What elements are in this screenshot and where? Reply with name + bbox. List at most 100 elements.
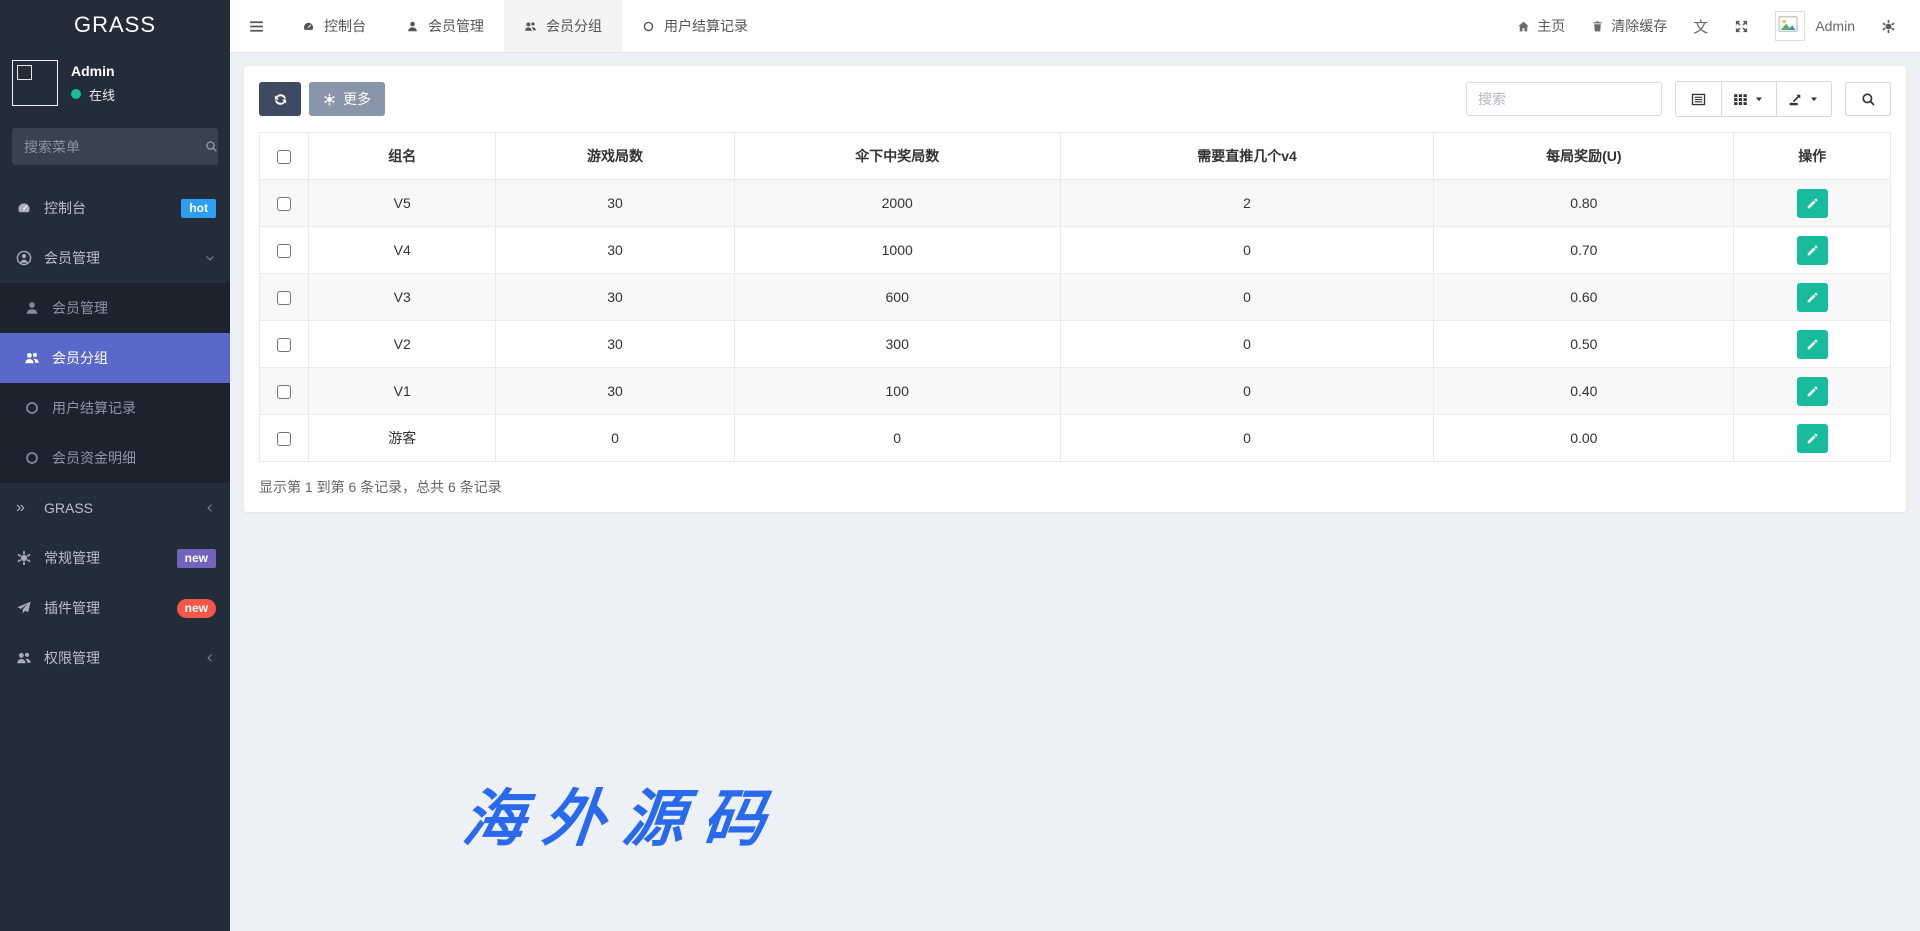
- sidebar-item-label: 会员资金明细: [52, 448, 136, 468]
- toggle-view-button[interactable]: [1676, 82, 1722, 116]
- column-header[interactable]: 需要直推几个v4: [1060, 133, 1433, 180]
- cell-required-v4: 0: [1060, 415, 1433, 462]
- sidebar-item-member-list[interactable]: 会员管理: [0, 283, 230, 333]
- sidebar-item-general-management[interactable]: 常规管理 new: [0, 533, 230, 583]
- circle-icon: [24, 450, 40, 466]
- nav-tabs: 控制台 会员管理 会员分组 用户结算记录: [282, 0, 768, 52]
- row-checkbox[interactable]: [277, 338, 291, 352]
- new-badge: new: [177, 549, 216, 568]
- cell-win-rounds: 300: [734, 321, 1060, 368]
- tab-member-management[interactable]: 会员管理: [386, 0, 504, 52]
- row-checkbox[interactable]: [277, 197, 291, 211]
- cell-group-name: V4: [308, 227, 496, 274]
- cell-reward: 0.80: [1434, 180, 1734, 227]
- row-checkbox[interactable]: [277, 432, 291, 446]
- menu-search-input[interactable]: [24, 139, 205, 155]
- fullscreen-icon[interactable]: [1734, 19, 1749, 34]
- panel-toolbar: 更多: [259, 81, 1891, 117]
- select-all-checkbox[interactable]: [277, 150, 291, 164]
- cell-game-rounds: 30: [496, 321, 734, 368]
- cell-win-rounds: 2000: [734, 180, 1060, 227]
- pencil-icon: [1806, 385, 1819, 398]
- online-dot-icon: [71, 89, 81, 99]
- table-header-row: 组名 游戏局数 伞下中奖局数 需要直推几个v4 每局奖励(U) 操作: [260, 133, 1891, 180]
- avatar[interactable]: [12, 60, 58, 106]
- chevron-left-icon: [204, 502, 216, 514]
- column-header[interactable]: 游戏局数: [496, 133, 734, 180]
- tab-settle-records[interactable]: 用户结算记录: [622, 0, 768, 52]
- table-row: V5 30 2000 2 0.80: [260, 180, 1891, 227]
- sidebar-item-permission-management[interactable]: 权限管理: [0, 633, 230, 683]
- sidebar-item-member-management[interactable]: 会员管理: [0, 233, 230, 283]
- refresh-button[interactable]: [259, 82, 301, 116]
- clear-cache-label: 清除缓存: [1611, 16, 1667, 36]
- cell-reward: 0.60: [1434, 274, 1734, 321]
- angle-double-right-icon: »: [16, 500, 32, 516]
- search-icon: [205, 140, 218, 153]
- columns-button[interactable]: [1722, 82, 1777, 116]
- pencil-icon: [1806, 197, 1819, 210]
- row-checkbox[interactable]: [277, 385, 291, 399]
- edit-button[interactable]: [1797, 377, 1828, 406]
- column-header[interactable]: 组名: [308, 133, 496, 180]
- sidebar-item-member-group[interactable]: 会员分组: [0, 333, 230, 383]
- settings-gear-icon[interactable]: [1881, 19, 1896, 34]
- tab-member-group[interactable]: 会员分组: [504, 0, 622, 52]
- cell-required-v4: 0: [1060, 227, 1433, 274]
- user-icon: [406, 20, 419, 33]
- edit-button[interactable]: [1797, 330, 1828, 359]
- sidebar-item-fund-details[interactable]: 会员资金明细: [0, 433, 230, 483]
- edit-button[interactable]: [1797, 424, 1828, 453]
- row-checkbox[interactable]: [277, 244, 291, 258]
- users-icon: [16, 650, 32, 666]
- export-button[interactable]: [1777, 82, 1831, 116]
- user-panel: Admin 在线: [0, 50, 230, 120]
- tab-label: 用户结算记录: [664, 16, 748, 36]
- column-header[interactable]: 伞下中奖局数: [734, 133, 1060, 180]
- tachometer-icon: [302, 20, 315, 33]
- cell-win-rounds: 1000: [734, 227, 1060, 274]
- cell-reward: 0.70: [1434, 227, 1734, 274]
- cell-game-rounds: 30: [496, 274, 734, 321]
- content-area: 更多: [230, 53, 1920, 931]
- column-header[interactable]: 每局奖励(U): [1434, 133, 1734, 180]
- row-checkbox[interactable]: [277, 291, 291, 305]
- sidebar: GRASS Admin 在线 控制台 hot 会员管理: [0, 0, 230, 931]
- edit-button[interactable]: [1797, 283, 1828, 312]
- hot-badge: hot: [181, 199, 216, 218]
- edit-button[interactable]: [1797, 189, 1828, 218]
- avatar: [1775, 11, 1805, 41]
- tab-dashboard[interactable]: 控制台: [282, 0, 386, 52]
- sidebar-item-label: 常规管理: [44, 548, 100, 568]
- users-icon: [524, 20, 537, 33]
- user-menu[interactable]: Admin: [1775, 11, 1855, 41]
- sidebar-toggle-button[interactable]: [230, 0, 282, 52]
- cell-group-name: V1: [308, 368, 496, 415]
- sidebar-item-settle-records[interactable]: 用户结算记录: [0, 383, 230, 433]
- edit-button[interactable]: [1797, 236, 1828, 265]
- cell-required-v4: 0: [1060, 368, 1433, 415]
- cell-win-rounds: 100: [734, 368, 1060, 415]
- table-buttons: [1675, 81, 1832, 117]
- clear-cache-button[interactable]: 清除缓存: [1591, 16, 1667, 36]
- search-button[interactable]: [1845, 82, 1891, 116]
- topbar-username: Admin: [1815, 18, 1855, 34]
- table-search-input[interactable]: [1466, 82, 1662, 116]
- cell-game-rounds: 0: [496, 415, 734, 462]
- sidebar-item-dashboard[interactable]: 控制台 hot: [0, 183, 230, 233]
- panel-toolbar-right: [1466, 81, 1891, 117]
- home-link[interactable]: 主页: [1517, 16, 1565, 36]
- cell-reward: 0.00: [1434, 415, 1734, 462]
- menu-search: [12, 128, 218, 165]
- more-button[interactable]: 更多: [309, 82, 385, 116]
- more-label: 更多: [343, 89, 371, 109]
- hamburger-icon: [248, 18, 265, 35]
- sidebar-item-plugin-management[interactable]: 插件管理 new: [0, 583, 230, 633]
- sidebar-item-label: 用户结算记录: [52, 398, 136, 418]
- sidebar-item-grass[interactable]: » GRASS: [0, 483, 230, 533]
- cell-game-rounds: 30: [496, 368, 734, 415]
- language-icon[interactable]: 文: [1693, 16, 1708, 37]
- member-group-table: 组名 游戏局数 伞下中奖局数 需要直推几个v4 每局奖励(U) 操作 V5 3: [259, 132, 1891, 462]
- app-window: GRASS Admin 在线 控制台 hot 会员管理: [0, 0, 1920, 931]
- cell-group-name: V2: [308, 321, 496, 368]
